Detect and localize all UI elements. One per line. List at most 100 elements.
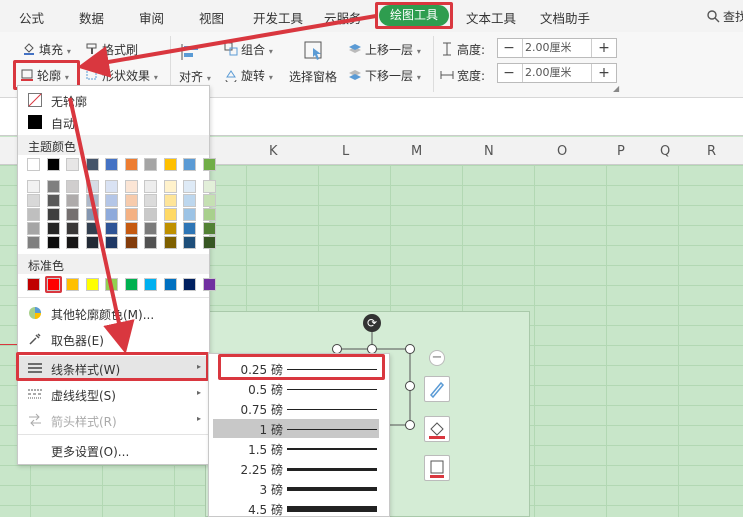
color-swatch[interactable] xyxy=(27,208,40,221)
shape-style-button[interactable] xyxy=(424,376,450,402)
color-swatch[interactable] xyxy=(163,158,177,171)
color-swatch[interactable] xyxy=(66,158,79,171)
color-swatch[interactable] xyxy=(144,208,157,221)
color-swatch[interactable] xyxy=(183,180,196,193)
color-swatch[interactable] xyxy=(85,158,99,171)
group-button[interactable]: 组合 ▾ xyxy=(224,41,273,58)
tab-doc-assistant[interactable]: 文档助手 xyxy=(540,8,590,27)
color-swatch[interactable] xyxy=(105,278,118,291)
tab-data[interactable]: 数据 xyxy=(79,8,104,27)
color-swatch[interactable] xyxy=(46,194,60,207)
collapse-toolbar-icon[interactable]: − xyxy=(429,350,445,366)
color-swatch[interactable] xyxy=(105,208,118,221)
line-weight-option[interactable]: 2.25 磅 xyxy=(213,459,379,478)
color-swatch[interactable] xyxy=(144,222,157,235)
color-swatch[interactable] xyxy=(124,158,138,171)
shape-fill-button[interactable] xyxy=(424,416,450,442)
color-swatch[interactable] xyxy=(105,158,118,171)
color-swatch[interactable] xyxy=(124,194,138,207)
shape-effect-button[interactable]: 形状效果 ▾ xyxy=(85,67,158,84)
color-swatch[interactable] xyxy=(183,222,196,235)
color-swatch[interactable] xyxy=(144,194,157,207)
rotate-handle-icon[interactable]: ⟳ xyxy=(363,314,381,332)
color-swatch[interactable] xyxy=(163,278,177,291)
color-swatch[interactable] xyxy=(46,208,60,221)
send-backward-button[interactable]: 下移一层 ▾ xyxy=(348,67,421,84)
color-swatch[interactable] xyxy=(46,158,60,171)
height-increase-button[interactable]: + xyxy=(594,39,614,57)
height-stepper[interactable]: − 2.00厘米 + xyxy=(497,38,617,58)
align-button[interactable]: 对齐 ▾ xyxy=(179,68,211,85)
color-swatch[interactable] xyxy=(105,194,118,207)
color-swatch[interactable] xyxy=(163,194,177,207)
tab-cloud-services[interactable]: 云服务 xyxy=(324,8,362,27)
align-icon-button[interactable] xyxy=(180,42,202,65)
resize-handle[interactable] xyxy=(405,420,415,430)
color-swatch[interactable] xyxy=(46,236,60,249)
menu-item-no-outline[interactable]: 无轮廓 xyxy=(18,88,209,112)
column-header[interactable]: N xyxy=(484,144,494,159)
color-swatch[interactable] xyxy=(183,278,196,291)
bring-forward-button[interactable]: 上移一层 ▾ xyxy=(348,41,421,58)
color-swatch[interactable] xyxy=(105,180,118,193)
color-swatch[interactable] xyxy=(46,180,60,193)
menu-item-more-settings[interactable]: 更多设置(O)... xyxy=(18,438,209,462)
color-swatch[interactable] xyxy=(144,236,157,249)
color-swatch[interactable] xyxy=(163,180,177,193)
resize-handle[interactable] xyxy=(405,381,415,391)
color-swatch[interactable] xyxy=(66,222,79,235)
color-swatch[interactable] xyxy=(202,222,216,235)
format-brush-button[interactable]: 格式刷 xyxy=(85,41,138,58)
color-swatch[interactable] xyxy=(27,278,40,291)
color-swatch[interactable] xyxy=(66,208,79,221)
color-swatch[interactable] xyxy=(163,222,177,235)
menu-item-more-colors[interactable]: 其他轮廓颜色(M)... xyxy=(18,301,209,325)
color-swatch[interactable] xyxy=(85,194,99,207)
column-header[interactable]: O xyxy=(557,144,567,159)
line-weight-option[interactable]: 3 磅 xyxy=(213,479,379,498)
shape-outline-button[interactable] xyxy=(424,455,450,481)
menu-item-dash-type[interactable]: 虚线线型(S) ▸ xyxy=(18,382,209,406)
color-swatch[interactable] xyxy=(27,180,40,193)
color-swatch[interactable] xyxy=(85,222,99,235)
color-swatch[interactable] xyxy=(66,236,79,249)
color-swatch[interactable] xyxy=(144,278,157,291)
menu-item-eyedropper[interactable]: 取色器(E) xyxy=(18,327,209,351)
color-swatch[interactable] xyxy=(66,278,79,291)
color-swatch[interactable] xyxy=(124,208,138,221)
color-swatch[interactable] xyxy=(66,180,79,193)
tab-text-tools[interactable]: 文本工具 xyxy=(466,8,516,27)
column-header[interactable]: P xyxy=(617,144,625,159)
color-swatch[interactable] xyxy=(163,208,177,221)
color-swatch[interactable] xyxy=(183,236,196,249)
color-swatch[interactable] xyxy=(27,222,40,235)
color-swatch[interactable] xyxy=(27,158,40,171)
tab-view[interactable]: 视图 xyxy=(199,8,224,27)
width-increase-button[interactable]: + xyxy=(594,64,614,82)
color-swatch[interactable] xyxy=(202,236,216,249)
resize-handle[interactable] xyxy=(405,344,415,354)
color-swatch[interactable] xyxy=(183,194,196,207)
color-swatch[interactable] xyxy=(202,194,216,207)
color-swatch[interactable] xyxy=(85,236,99,249)
column-header[interactable]: Q xyxy=(660,144,670,159)
color-swatch[interactable] xyxy=(202,180,216,193)
color-swatch[interactable] xyxy=(124,222,138,235)
color-swatch[interactable] xyxy=(124,236,138,249)
tab-developer[interactable]: 开发工具 xyxy=(253,8,303,27)
color-swatch[interactable] xyxy=(27,194,40,207)
search-button[interactable]: 查找 xyxy=(706,8,743,25)
height-input[interactable]: 2.00厘米 xyxy=(522,39,592,57)
color-swatch[interactable] xyxy=(105,222,118,235)
color-swatch[interactable] xyxy=(27,236,40,249)
color-swatch[interactable] xyxy=(124,278,138,291)
color-swatch[interactable] xyxy=(144,180,157,193)
color-swatch[interactable] xyxy=(163,236,177,249)
color-swatch[interactable] xyxy=(202,158,216,171)
color-swatch[interactable] xyxy=(85,278,99,291)
color-swatch[interactable] xyxy=(85,208,99,221)
size-dialog-launcher[interactable]: ◢ xyxy=(613,84,619,93)
width-decrease-button[interactable]: − xyxy=(499,64,519,82)
color-swatch[interactable] xyxy=(105,236,118,249)
column-header[interactable]: K xyxy=(269,144,278,159)
